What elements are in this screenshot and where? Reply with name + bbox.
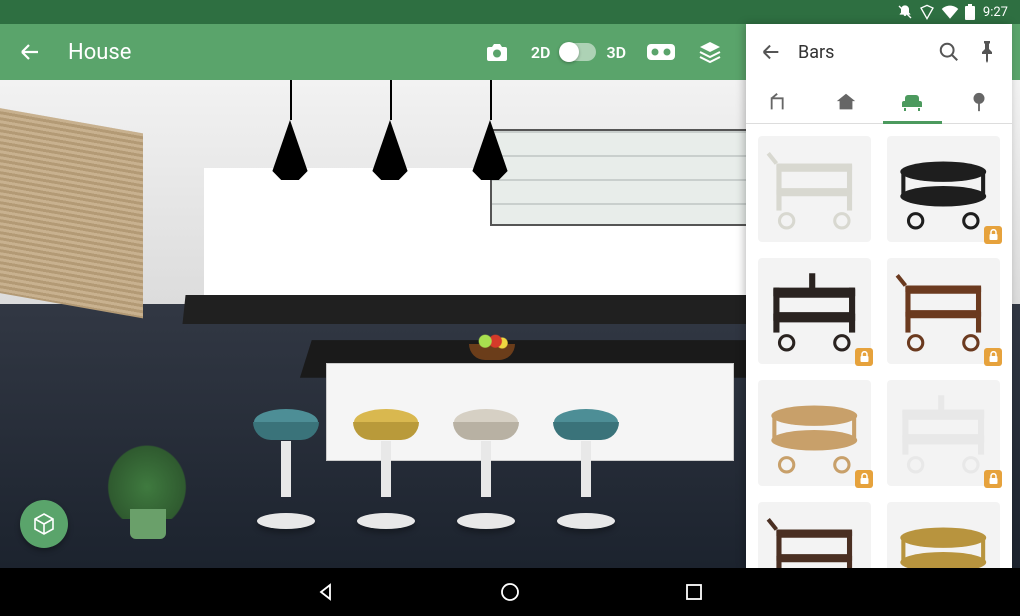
catalog-thumb [758,258,871,364]
catalog-thumb [887,380,1000,486]
pendant-lamp [460,80,520,190]
lock-icon [984,348,1002,366]
pin-icon [978,41,996,63]
catalog-thumb [758,136,871,242]
catalog-item-teak-bar-cart[interactable] [752,374,877,492]
tab-house[interactable] [813,80,880,123]
back-arrow-icon [18,40,42,64]
catalog-grid [746,124,1012,568]
plant-icon [968,91,990,113]
catalog-item-industrial-bar-cart[interactable] [752,252,877,370]
room-icon [768,91,790,113]
tab-furniture[interactable] [879,80,946,123]
catalog-item-black-oval-bar-cart[interactable] [881,130,1006,248]
search-icon [938,41,960,63]
view-mode-toggle[interactable]: 2D 3D [531,43,626,62]
furniture-icon [900,92,924,112]
catalog-item-wood-wine-cart[interactable] [881,252,1006,370]
scene-stool [550,409,622,529]
house-icon [835,91,857,113]
scene-plant [102,429,192,539]
vr-button[interactable] [646,38,676,66]
lock-icon [984,226,1002,244]
tab-plant[interactable] [946,80,1013,123]
scene-blinds [0,105,143,319]
nav-recents-button[interactable] [682,580,706,604]
nav-back-button[interactable] [314,580,338,604]
mute-icon [897,4,913,20]
triangle-back-icon [316,582,336,602]
status-time: 9:27 [983,5,1008,20]
lock-icon [855,348,873,366]
catalog-back-button[interactable] [760,41,782,63]
device-frame: 9:27 House 2D 3D [0,0,1020,616]
scene-stool [250,409,322,529]
toggle-track [560,43,596,61]
camera-button[interactable] [483,38,511,66]
toggle-knob [559,42,579,62]
project-title: House [68,40,483,65]
scene-counter [182,295,838,324]
scene-window [490,129,776,227]
catalog-title: Bars [798,42,922,63]
tab-room[interactable] [746,80,813,123]
cube-icon [32,512,56,536]
catalog-item-brass-ring-cart[interactable] [881,496,1006,568]
pendant-lamp [360,80,420,190]
circle-home-icon [500,582,520,602]
catalog-thumb [887,502,1000,568]
android-nav-bar [0,568,1020,616]
appbar-actions: 2D 3D [483,38,724,66]
catalog-thumb [887,136,1000,242]
scene-stool [350,409,422,529]
nav-home-button[interactable] [498,580,522,604]
catalog-item-white-bar-cart[interactable] [752,130,877,248]
vr-icon [646,42,676,62]
scene-stool [450,409,522,529]
lock-icon [855,470,873,488]
label-2d: 2D [531,43,551,62]
location-icon [919,4,935,20]
catalog-tabs [746,80,1012,124]
layers-icon [698,40,722,64]
catalog-panel: Bars [746,24,1012,568]
content-area: Bars [0,80,1020,568]
battery-icon [965,4,975,20]
lock-icon [984,470,1002,488]
cube-fab-button[interactable] [20,500,68,548]
status-icons [897,4,975,20]
camera-icon [485,41,509,63]
catalog-thumb [758,502,871,568]
catalog-item-dark-stool[interactable] [752,496,877,568]
back-arrow-icon [760,41,782,63]
catalog-thumb [887,258,1000,364]
catalog-header: Bars [746,24,1012,80]
catalog-pin-button[interactable] [976,41,998,63]
catalog-search-button[interactable] [938,41,960,63]
back-button[interactable] [16,38,44,66]
square-recents-icon [685,583,703,601]
catalog-item-white-lattice-cart[interactable] [881,374,1006,492]
catalog-thumb [758,380,871,486]
pendant-lamp [260,80,320,190]
status-bar: 9:27 [0,0,1020,24]
wifi-icon [941,5,959,19]
layers-button[interactable] [696,38,724,66]
label-3d: 3D [606,43,626,62]
